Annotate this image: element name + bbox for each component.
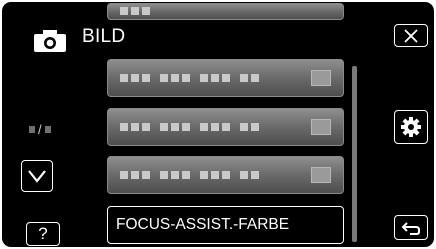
menu-item-label: FOCUS-ASSIST.-FARBE — [116, 216, 290, 233]
help-button[interactable]: ? — [26, 222, 60, 246]
gear-icon — [401, 117, 421, 137]
camcorder-menu-screen: BILD FOCUS-ASSIST.-FARBE / ? — [2, 2, 434, 247]
back-button[interactable] — [394, 215, 428, 240]
scroll-down-button[interactable] — [21, 160, 53, 192]
page-indicator: / — [29, 121, 63, 137]
menu-item-label — [120, 74, 259, 82]
menu-item[interactable] — [107, 108, 344, 146]
return-arrow-icon — [401, 221, 420, 235]
chevron-down-icon — [28, 170, 46, 183]
menu-item-value — [311, 119, 331, 135]
menu-item-label — [120, 171, 259, 179]
close-icon — [404, 28, 418, 43]
menu-item-focus-assist-color[interactable]: FOCUS-ASSIST.-FARBE — [107, 206, 344, 244]
page-indicator-current — [29, 125, 35, 133]
close-button[interactable] — [394, 24, 428, 47]
settings-button[interactable] — [394, 110, 428, 144]
menu-item-label — [120, 7, 150, 15]
page-title: BILD — [82, 26, 126, 47]
menu-item[interactable] — [107, 156, 344, 194]
page-indicator-total — [44, 125, 51, 133]
menu-item-label — [120, 123, 259, 131]
menu-item[interactable] — [107, 59, 344, 97]
menu-item-value — [311, 167, 331, 183]
camera-icon — [34, 30, 66, 52]
menu-item-value — [311, 70, 331, 86]
scrollbar[interactable] — [352, 66, 357, 242]
menu-item[interactable] — [107, 3, 344, 20]
page-indicator-separator: / — [38, 121, 42, 137]
help-label: ? — [38, 224, 48, 243]
